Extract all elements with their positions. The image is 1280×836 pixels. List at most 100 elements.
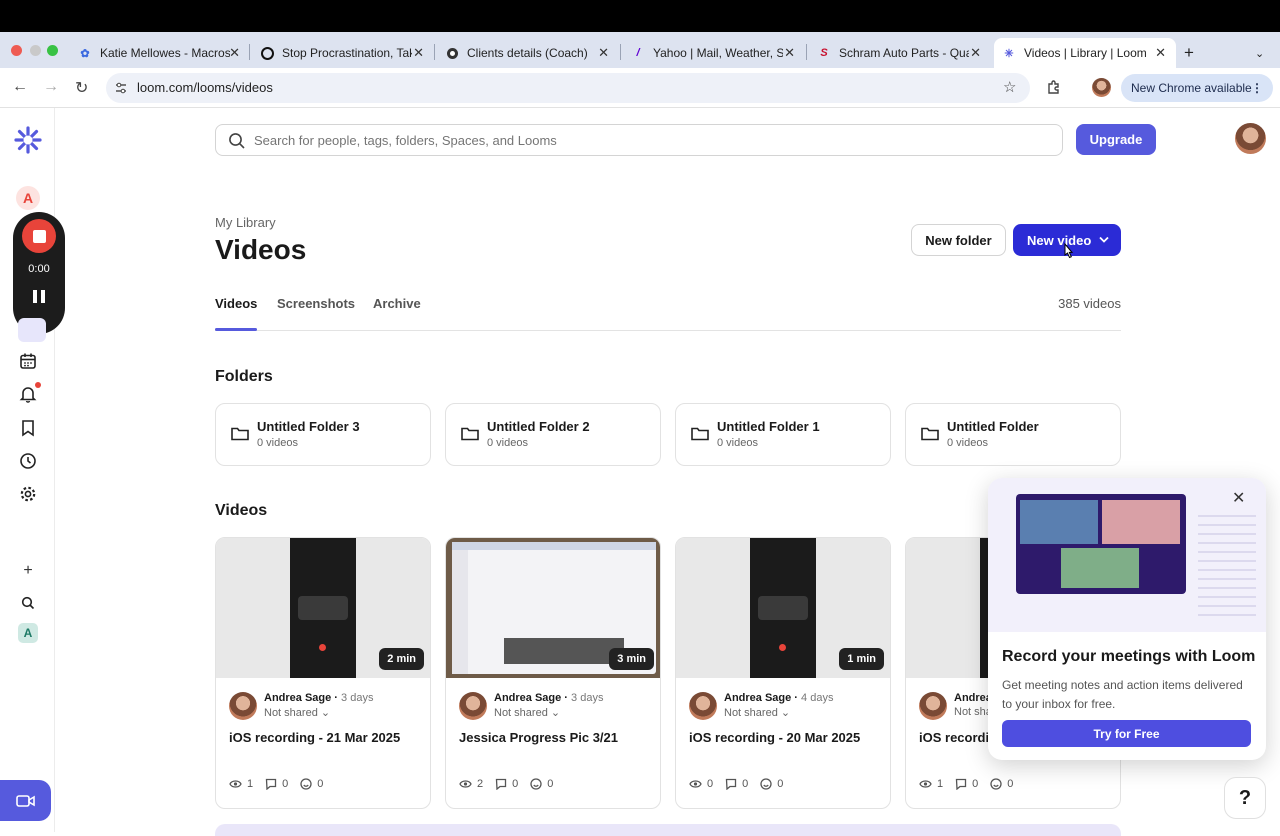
folder-card[interactable]: Untitled Folder 2 0 videos bbox=[445, 403, 661, 466]
upgrade-button[interactable]: Upgrade bbox=[1076, 124, 1156, 155]
comment-icon bbox=[265, 778, 277, 790]
video-card[interactable]: 3 min Andrea Sage · 3 days Not shared ⌄ … bbox=[445, 537, 661, 809]
tab-title: Clients details (Coach) bbox=[467, 46, 588, 60]
video-title[interactable]: Jessica Progress Pic 3/21 bbox=[459, 730, 618, 745]
close-window-button[interactable] bbox=[11, 45, 22, 56]
tab-screenshots[interactable]: Screenshots bbox=[277, 296, 355, 311]
notifications-bell-icon[interactable] bbox=[16, 382, 41, 406]
profile-avatar[interactable] bbox=[1092, 78, 1111, 97]
tab-archive[interactable]: Archive bbox=[373, 296, 421, 311]
author-line: Andrea Sage · 4 days bbox=[724, 692, 834, 704]
phone-screen-preview bbox=[290, 538, 356, 678]
tab-videos[interactable]: Videos bbox=[215, 296, 257, 311]
tab-separator bbox=[249, 44, 250, 60]
bottom-banner-edge bbox=[215, 824, 1121, 836]
duration-badge: 2 min bbox=[379, 648, 424, 670]
maximize-window-button[interactable] bbox=[47, 45, 58, 56]
settings-gear-icon[interactable] bbox=[16, 482, 40, 506]
stop-recording-button[interactable] bbox=[22, 219, 56, 253]
library-nav-item[interactable] bbox=[18, 318, 46, 342]
breadcrumb[interactable]: My Library bbox=[215, 215, 276, 230]
sharing-dropdown[interactable]: Not shared ⌄ bbox=[264, 706, 330, 719]
browser-tab-loom[interactable]: ✳ Videos | Library | Loom ✕ bbox=[994, 38, 1176, 68]
author-name[interactable]: Andrea Sage bbox=[494, 692, 561, 704]
view-count: 1 bbox=[937, 778, 944, 790]
search-input[interactable] bbox=[254, 125, 1034, 155]
record-video-button[interactable] bbox=[0, 780, 51, 821]
close-tab-icon[interactable]: ✕ bbox=[229, 45, 240, 61]
reaction-smiley-icon bbox=[530, 778, 542, 790]
try-for-free-button[interactable]: Try for Free bbox=[1002, 720, 1251, 747]
reload-icon[interactable]: ↻ bbox=[75, 78, 88, 98]
sharing-status: Not shared bbox=[264, 707, 318, 719]
tabs-divider bbox=[215, 330, 1121, 331]
tab-title: Videos | Library | Loom bbox=[1024, 46, 1147, 60]
chrome-update-badge[interactable]: New Chrome available ⋮ bbox=[1121, 74, 1273, 102]
comment-count: 0 bbox=[282, 778, 289, 790]
space-avatar[interactable]: A bbox=[18, 623, 38, 643]
reaction-smiley-icon bbox=[990, 778, 1002, 790]
sharing-dropdown[interactable]: Not shared ⌄ bbox=[494, 706, 560, 719]
tab-search-chevron-icon[interactable]: ⌄ bbox=[1255, 38, 1271, 68]
chrome-menu-icon[interactable]: ⋮ bbox=[1251, 81, 1263, 95]
add-icon[interactable]: + bbox=[16, 559, 40, 583]
video-count: 385 videos bbox=[1058, 296, 1121, 311]
folder-card[interactable]: Untitled Folder 0 videos bbox=[905, 403, 1121, 466]
search-bar bbox=[215, 124, 1063, 156]
close-tab-icon[interactable]: ✕ bbox=[784, 45, 795, 61]
views-eye-icon bbox=[459, 780, 472, 788]
video-thumbnail[interactable]: 2 min bbox=[216, 538, 430, 678]
video-card[interactable]: 2 min Andrea Sage · 3 days Not shared ⌄ … bbox=[215, 537, 431, 809]
browser-tab-schram[interactable]: S Schram Auto Parts - Qua ✕ bbox=[809, 38, 991, 68]
history-clock-icon[interactable] bbox=[16, 449, 40, 473]
user-avatar[interactable] bbox=[1235, 123, 1266, 154]
close-tab-icon[interactable]: ✕ bbox=[970, 45, 981, 61]
browser-tab-procrastination[interactable]: Stop Procrastination, Tak ✕ bbox=[252, 38, 434, 68]
close-icon[interactable]: ✕ bbox=[1232, 488, 1245, 508]
folder-card[interactable]: Untitled Folder 3 0 videos bbox=[215, 403, 431, 466]
folders-heading: Folders bbox=[215, 368, 273, 385]
video-stats: 0 0 0 bbox=[689, 778, 783, 790]
browser-tab-clients[interactable]: Clients details (Coach) ✕ bbox=[437, 38, 619, 68]
loom-logo-icon[interactable] bbox=[14, 126, 42, 154]
folder-icon bbox=[461, 427, 479, 441]
chrome-update-label: New Chrome available bbox=[1131, 81, 1252, 95]
video-age: 3 days bbox=[341, 692, 374, 704]
new-tab-button[interactable]: + bbox=[1184, 38, 1200, 68]
close-tab-icon[interactable]: ✕ bbox=[413, 45, 424, 61]
video-title[interactable]: iOS recording - 21 Mar 2025 bbox=[229, 730, 400, 745]
author-name[interactable]: Andrea Sage bbox=[724, 692, 791, 704]
extensions-icon[interactable] bbox=[1046, 79, 1062, 100]
browser-tab-yahoo[interactable]: / Yahoo | Mail, Weather, Se ✕ bbox=[623, 38, 805, 68]
help-button[interactable]: ? bbox=[1224, 777, 1266, 819]
video-card[interactable]: 1 min Andrea Sage · 4 days Not shared ⌄ … bbox=[675, 537, 891, 809]
video-thumbnail[interactable]: 1 min bbox=[676, 538, 890, 678]
folder-name: Untitled Folder 3 bbox=[257, 419, 360, 434]
video-thumbnail[interactable]: 3 min bbox=[446, 538, 660, 678]
calendar-icon[interactable] bbox=[16, 349, 40, 373]
close-tab-icon[interactable]: ✕ bbox=[598, 45, 609, 61]
url-text[interactable]: loom.com/looms/videos bbox=[137, 80, 273, 95]
pause-icon[interactable] bbox=[33, 290, 45, 303]
sharing-dropdown[interactable]: Not shared ⌄ bbox=[724, 706, 790, 719]
promo-title: Record your meetings with Loom bbox=[1002, 648, 1256, 665]
minimize-window-button[interactable] bbox=[30, 45, 41, 56]
tab-separator bbox=[434, 44, 435, 60]
video-age: 4 days bbox=[801, 692, 834, 704]
site-settings-icon[interactable] bbox=[114, 81, 128, 100]
folder-name: Untitled Folder bbox=[947, 419, 1039, 434]
folder-card[interactable]: Untitled Folder 1 0 videos bbox=[675, 403, 891, 466]
reaction-count: 0 bbox=[777, 778, 784, 790]
search-icon[interactable] bbox=[16, 591, 40, 615]
browser-tab-katie[interactable]: ✿ Katie Mellowes - Macros ✕ bbox=[70, 38, 250, 68]
close-tab-icon[interactable]: ✕ bbox=[1155, 45, 1166, 61]
new-folder-button[interactable]: New folder bbox=[911, 224, 1006, 256]
author-name[interactable]: Andrea Sage bbox=[264, 692, 331, 704]
bookmark-star-icon[interactable]: ☆ bbox=[1003, 78, 1016, 96]
workspace-avatar[interactable]: A bbox=[16, 186, 40, 210]
forward-icon[interactable]: → bbox=[43, 78, 59, 96]
bookmark-icon[interactable] bbox=[16, 416, 40, 440]
back-icon[interactable]: ← bbox=[12, 78, 28, 96]
comment-icon bbox=[725, 778, 737, 790]
video-title[interactable]: iOS recording - 20 Mar 2025 bbox=[689, 730, 860, 745]
